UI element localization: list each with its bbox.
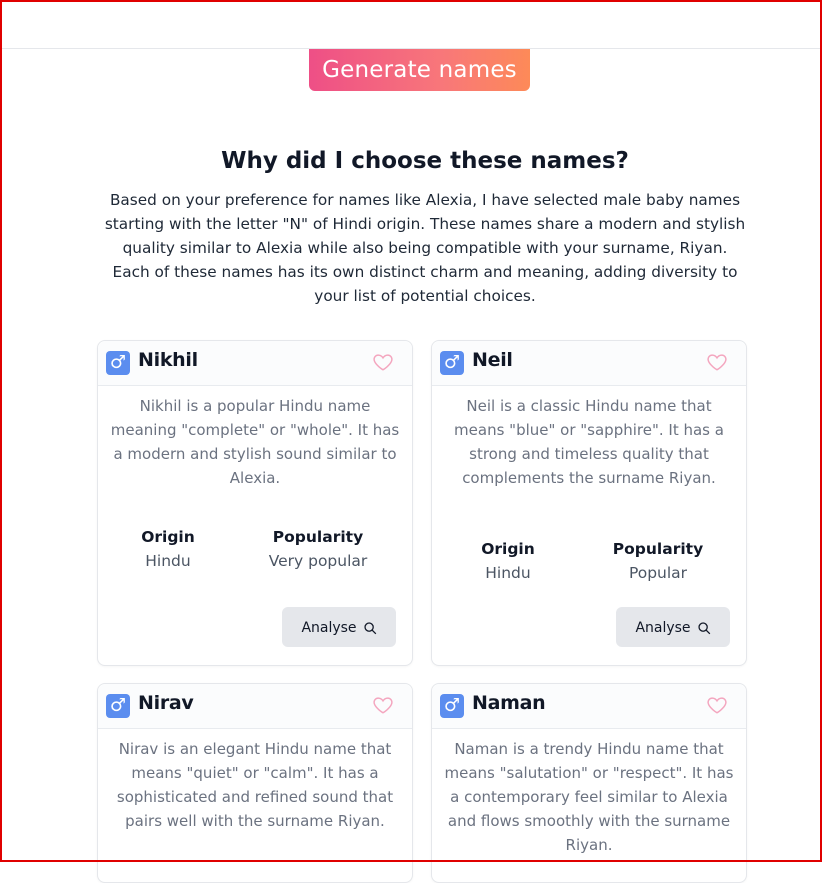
name-title: Nirav <box>138 692 194 714</box>
analyse-label: Analyse <box>301 620 357 636</box>
search-icon <box>697 622 710 635</box>
name-card-header: ♂ Nirav <box>98 684 412 729</box>
male-symbol-icon: ♂ <box>440 351 464 375</box>
name-title: Nikhil <box>138 349 198 371</box>
name-card-header: ♂ Nikhil <box>98 341 412 386</box>
explanation-title: Why did I choose these names? <box>221 148 629 174</box>
origin-value: Hindu <box>145 552 191 570</box>
top-navbar <box>2 2 820 49</box>
analyse-button[interactable]: Analyse <box>282 607 396 647</box>
name-description: Nikhil is a popular Hindu name meaning "… <box>110 397 400 487</box>
male-symbol-icon: ♂ <box>106 694 130 718</box>
search-icon <box>363 622 376 635</box>
male-symbol-icon: ♂ <box>106 351 130 375</box>
heart-outline-icon[interactable] <box>706 694 728 716</box>
heart-outline-icon[interactable] <box>372 351 394 373</box>
origin-column: Origin Hindu <box>458 537 558 585</box>
popularity-label: Popularity <box>612 540 704 558</box>
generate-names-button[interactable]: Generate names <box>309 48 530 91</box>
origin-label: Origin <box>141 528 195 546</box>
heart-outline-icon[interactable] <box>706 351 728 373</box>
name-card-naman: ♂ Naman Naman is a trendy Hindu name tha… <box>431 683 747 883</box>
popularity-column: Popularity Very popular <box>248 525 388 573</box>
popularity-value: Very popular <box>268 552 368 570</box>
name-card-nikhil: ♂ Nikhil Nikhil is a popular Hindu name … <box>97 340 413 666</box>
popularity-value: Popular <box>628 564 688 582</box>
name-title: Naman <box>472 692 546 714</box>
origin-label: Origin <box>481 540 535 558</box>
name-card-nirav: ♂ Nirav Nirav is an elegant Hindu name t… <box>97 683 413 883</box>
page-content: Generate names Why did I choose these na… <box>2 48 820 883</box>
name-description: Nirav is an elegant Hindu name that mean… <box>116 740 394 830</box>
analyse-button[interactable]: Analyse <box>616 607 730 647</box>
name-card-neil: ♂ Neil Neil is a classic Hindu name that… <box>431 340 747 666</box>
popularity-column: Popularity Popular <box>588 537 728 585</box>
male-symbol-icon: ♂ <box>440 694 464 718</box>
heart-outline-icon[interactable] <box>372 694 394 716</box>
origin-column: Origin Hindu <box>118 525 218 573</box>
name-description: Naman is a trendy Hindu name that means … <box>444 740 734 854</box>
name-title: Neil <box>472 349 513 371</box>
analyse-label: Analyse <box>635 620 691 636</box>
name-description: Neil is a classic Hindu name that means … <box>454 397 724 487</box>
name-card-header: ♂ Neil <box>432 341 746 386</box>
name-card-header: ♂ Naman <box>432 684 746 729</box>
origin-value: Hindu <box>485 564 531 582</box>
explanation-text: Based on your preference for names like … <box>104 191 746 305</box>
popularity-label: Popularity <box>272 528 364 546</box>
